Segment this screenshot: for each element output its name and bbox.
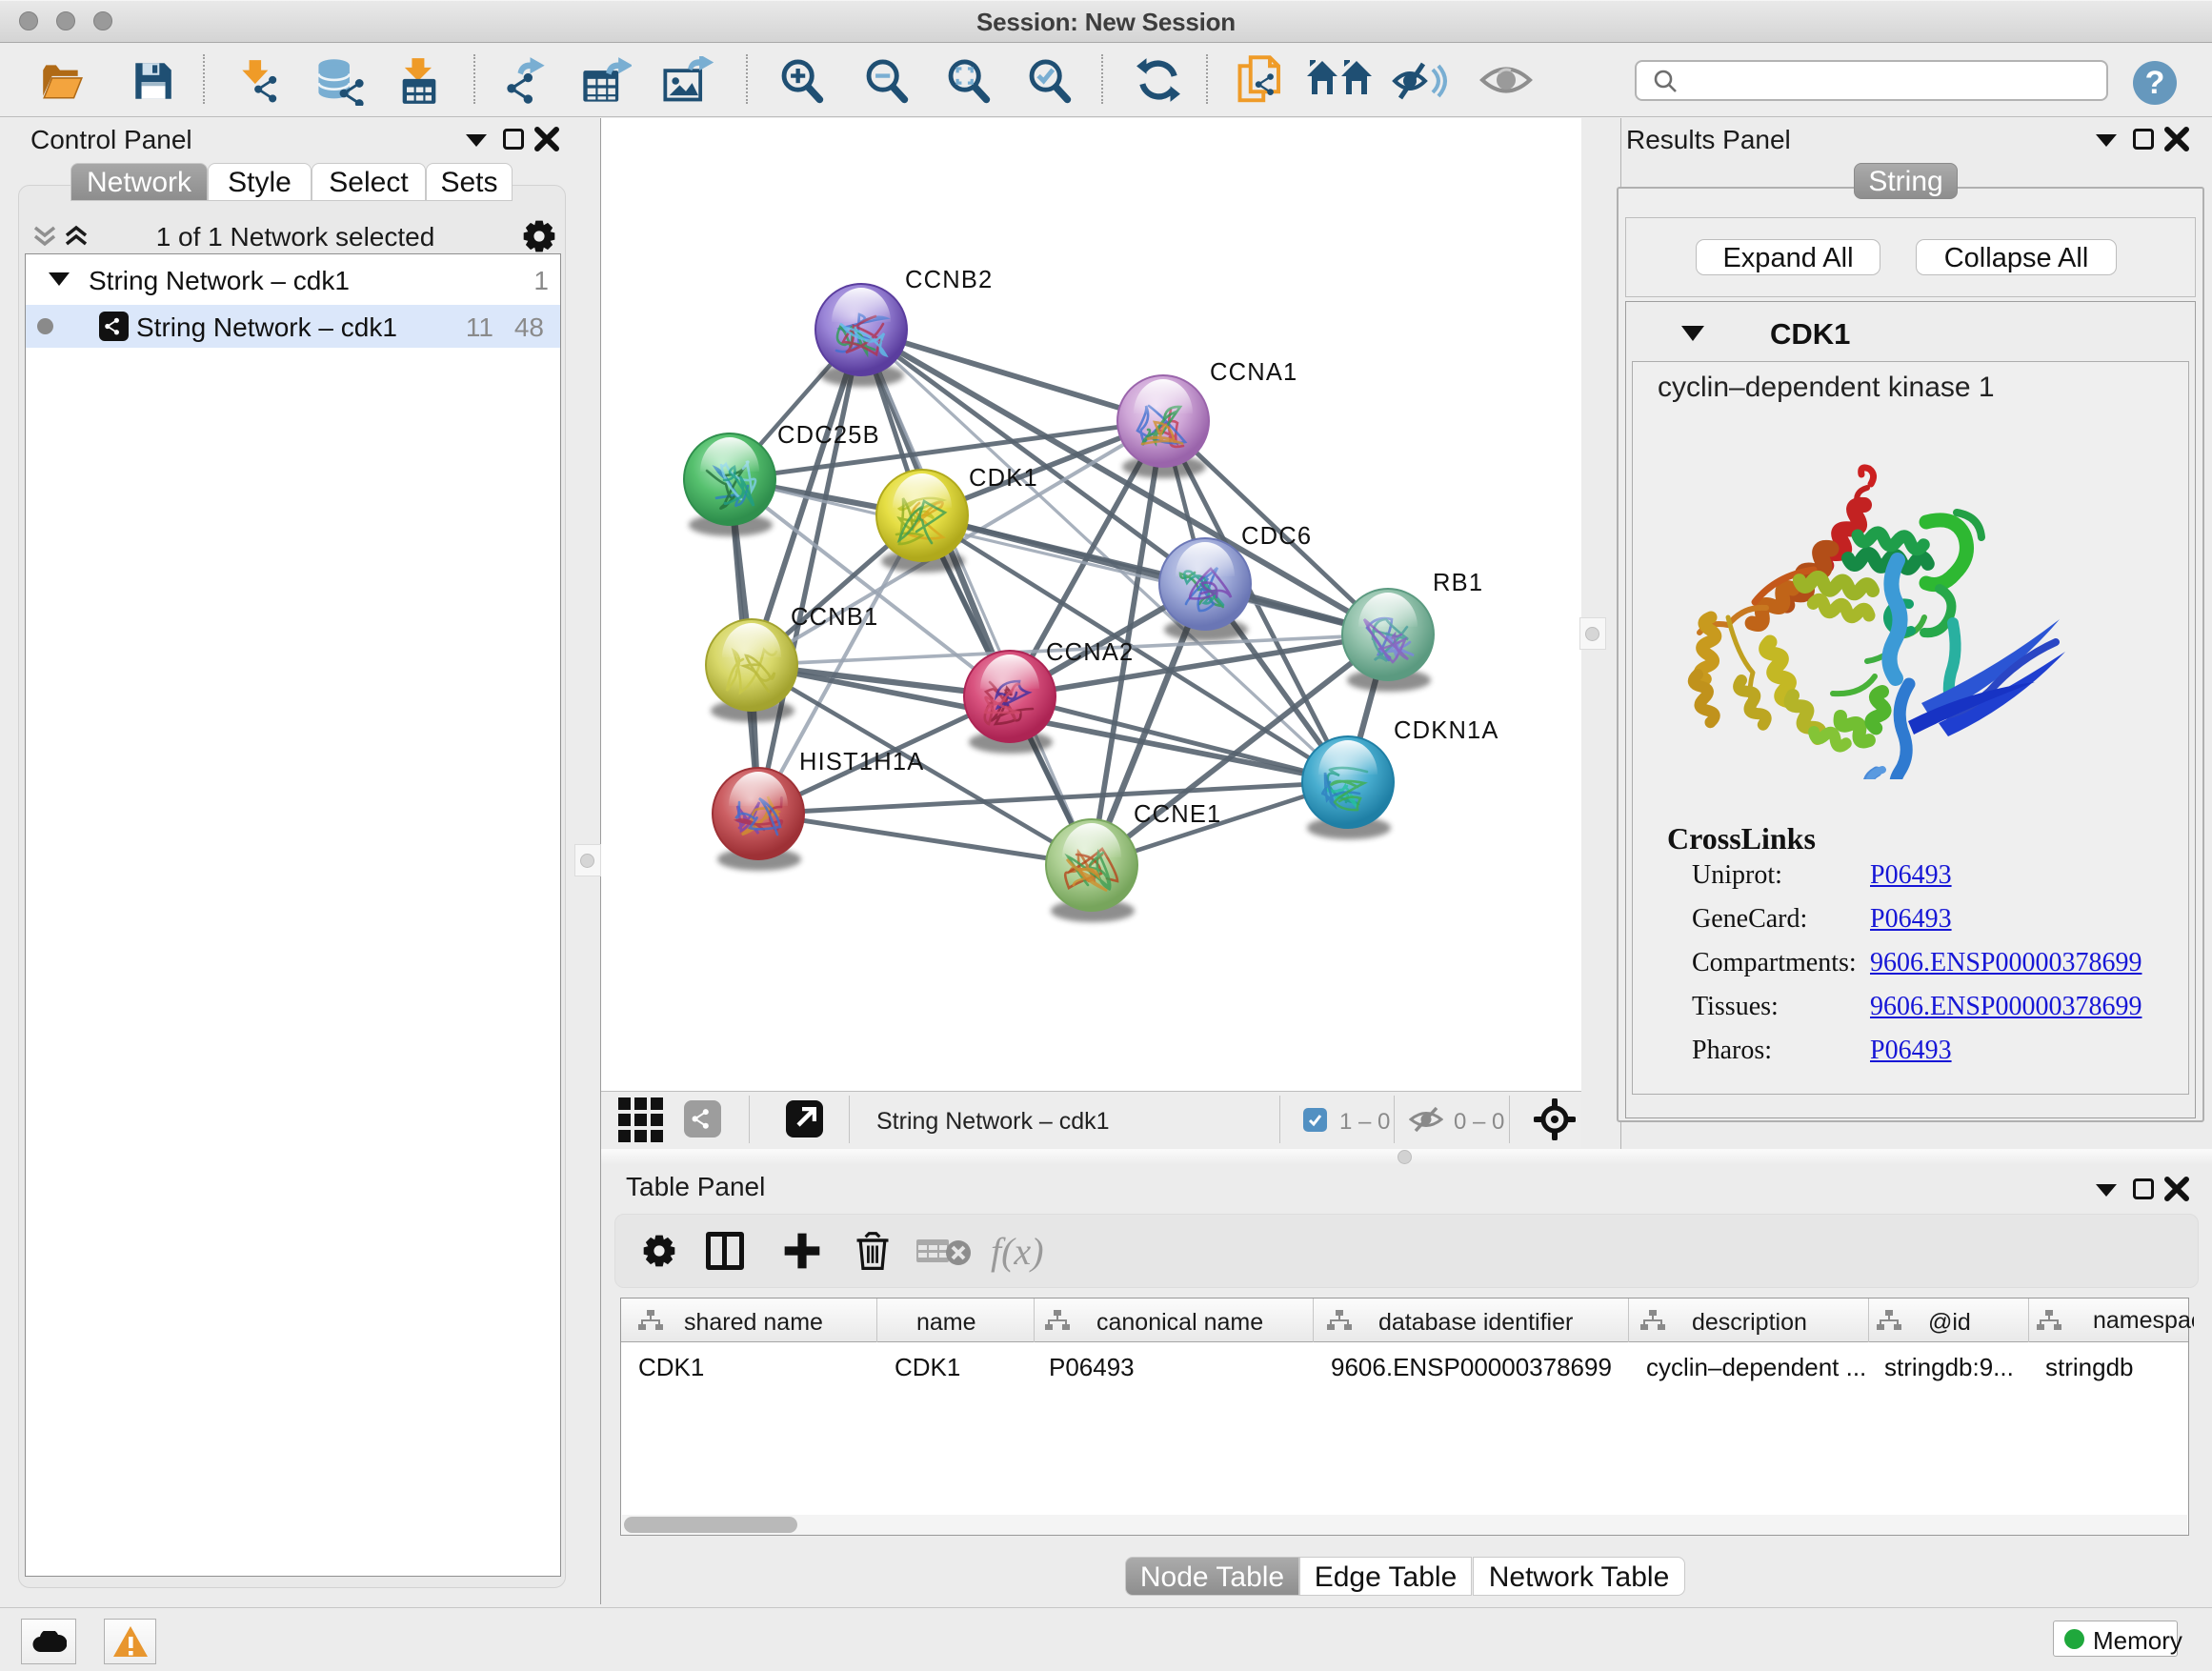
- svg-text:HIST1H1A: HIST1H1A: [799, 749, 924, 775]
- svg-text:RB1: RB1: [1433, 570, 1483, 596]
- svg-text:CCNA1: CCNA1: [1210, 359, 1297, 386]
- svg-text:CCNB1: CCNB1: [791, 604, 878, 631]
- svg-text:CDK1: CDK1: [969, 465, 1038, 492]
- svg-text:CCNB2: CCNB2: [905, 267, 993, 293]
- svg-text:CDKN1A: CDKN1A: [1394, 717, 1499, 744]
- svg-text:CCNE1: CCNE1: [1134, 801, 1221, 828]
- svg-text:CDC25B: CDC25B: [777, 422, 880, 449]
- svg-text:CDC6: CDC6: [1241, 523, 1312, 550]
- svg-text:CCNA2: CCNA2: [1046, 639, 1134, 666]
